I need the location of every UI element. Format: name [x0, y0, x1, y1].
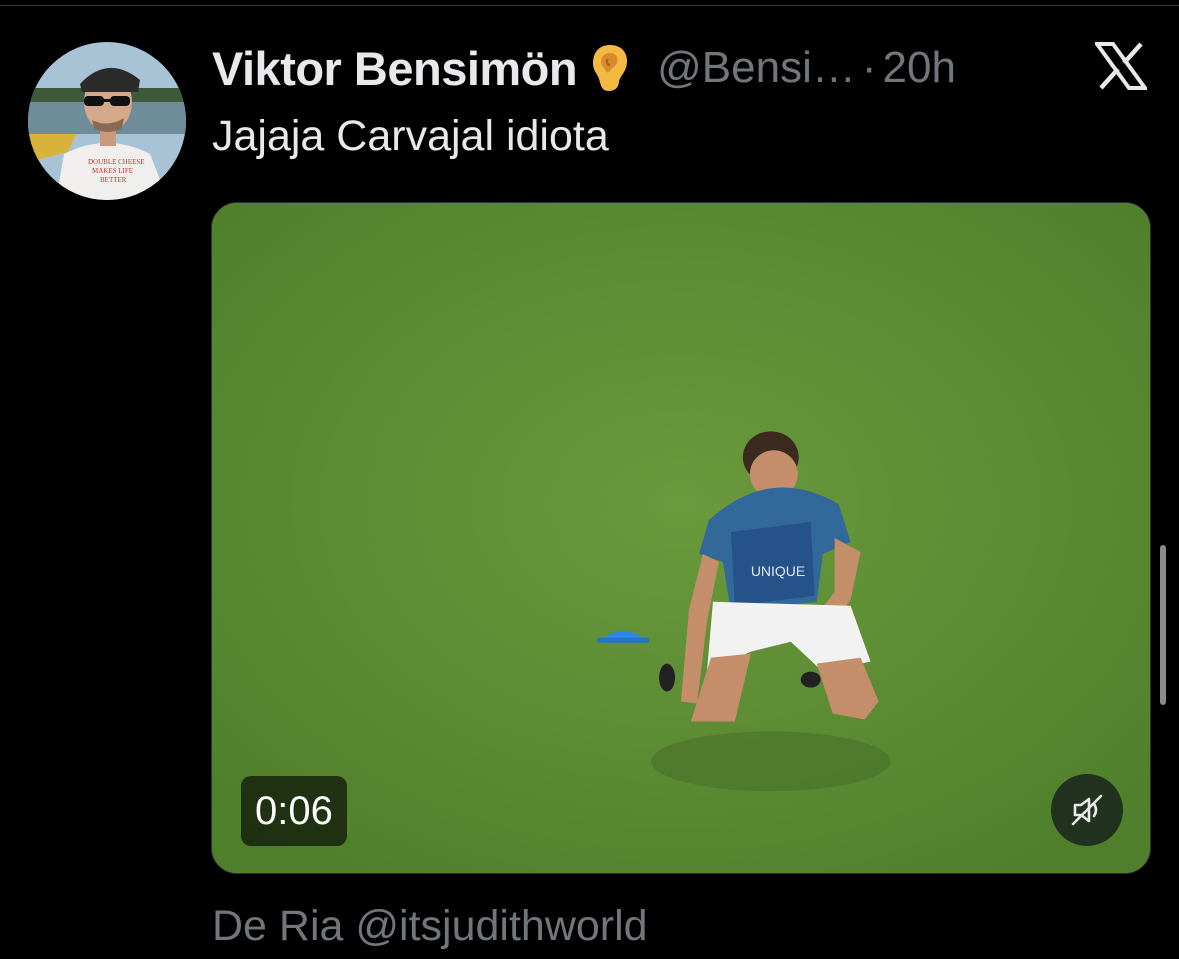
avatar[interactable]: DOUBLE CHEESE MAKES LIFE BETTER: [28, 42, 186, 200]
tweet-text: Jajaja Carvajal idiota: [212, 112, 609, 160]
quoted-author-handle: @itsjudithworld: [355, 902, 648, 950]
quoted-author[interactable]: De Ria @itsjudithworld: [212, 902, 648, 951]
tweet-header: Viktor Bensimön @Bensi… · 20h: [212, 36, 956, 100]
scrollbar[interactable]: [1160, 545, 1166, 705]
timestamp[interactable]: 20h: [883, 43, 956, 93]
author-handle[interactable]: @Bensi…: [657, 43, 856, 93]
quoted-author-name: De Ria: [212, 902, 344, 950]
svg-text:UNIQUE: UNIQUE: [751, 563, 805, 579]
video-player[interactable]: UNIQUE 0:06: [211, 202, 1151, 874]
video-frame: UNIQUE: [212, 203, 1150, 873]
separator-dot: ·: [861, 43, 877, 92]
video-duration: 0:06: [241, 776, 347, 846]
muted-speaker-icon: [1071, 794, 1103, 826]
avatar-shirt-line-1: DOUBLE CHEESE: [88, 158, 145, 166]
avatar-shirt-line-3: BETTER: [100, 176, 127, 184]
divider: [0, 5, 1179, 6]
ear-icon: [589, 41, 631, 95]
avatar-shirt-line-2: MAKES LIFE: [92, 167, 133, 175]
x-logo-icon[interactable]: [1093, 42, 1149, 90]
author-name[interactable]: Viktor Bensimön: [212, 41, 578, 96]
mute-button[interactable]: [1051, 774, 1123, 846]
